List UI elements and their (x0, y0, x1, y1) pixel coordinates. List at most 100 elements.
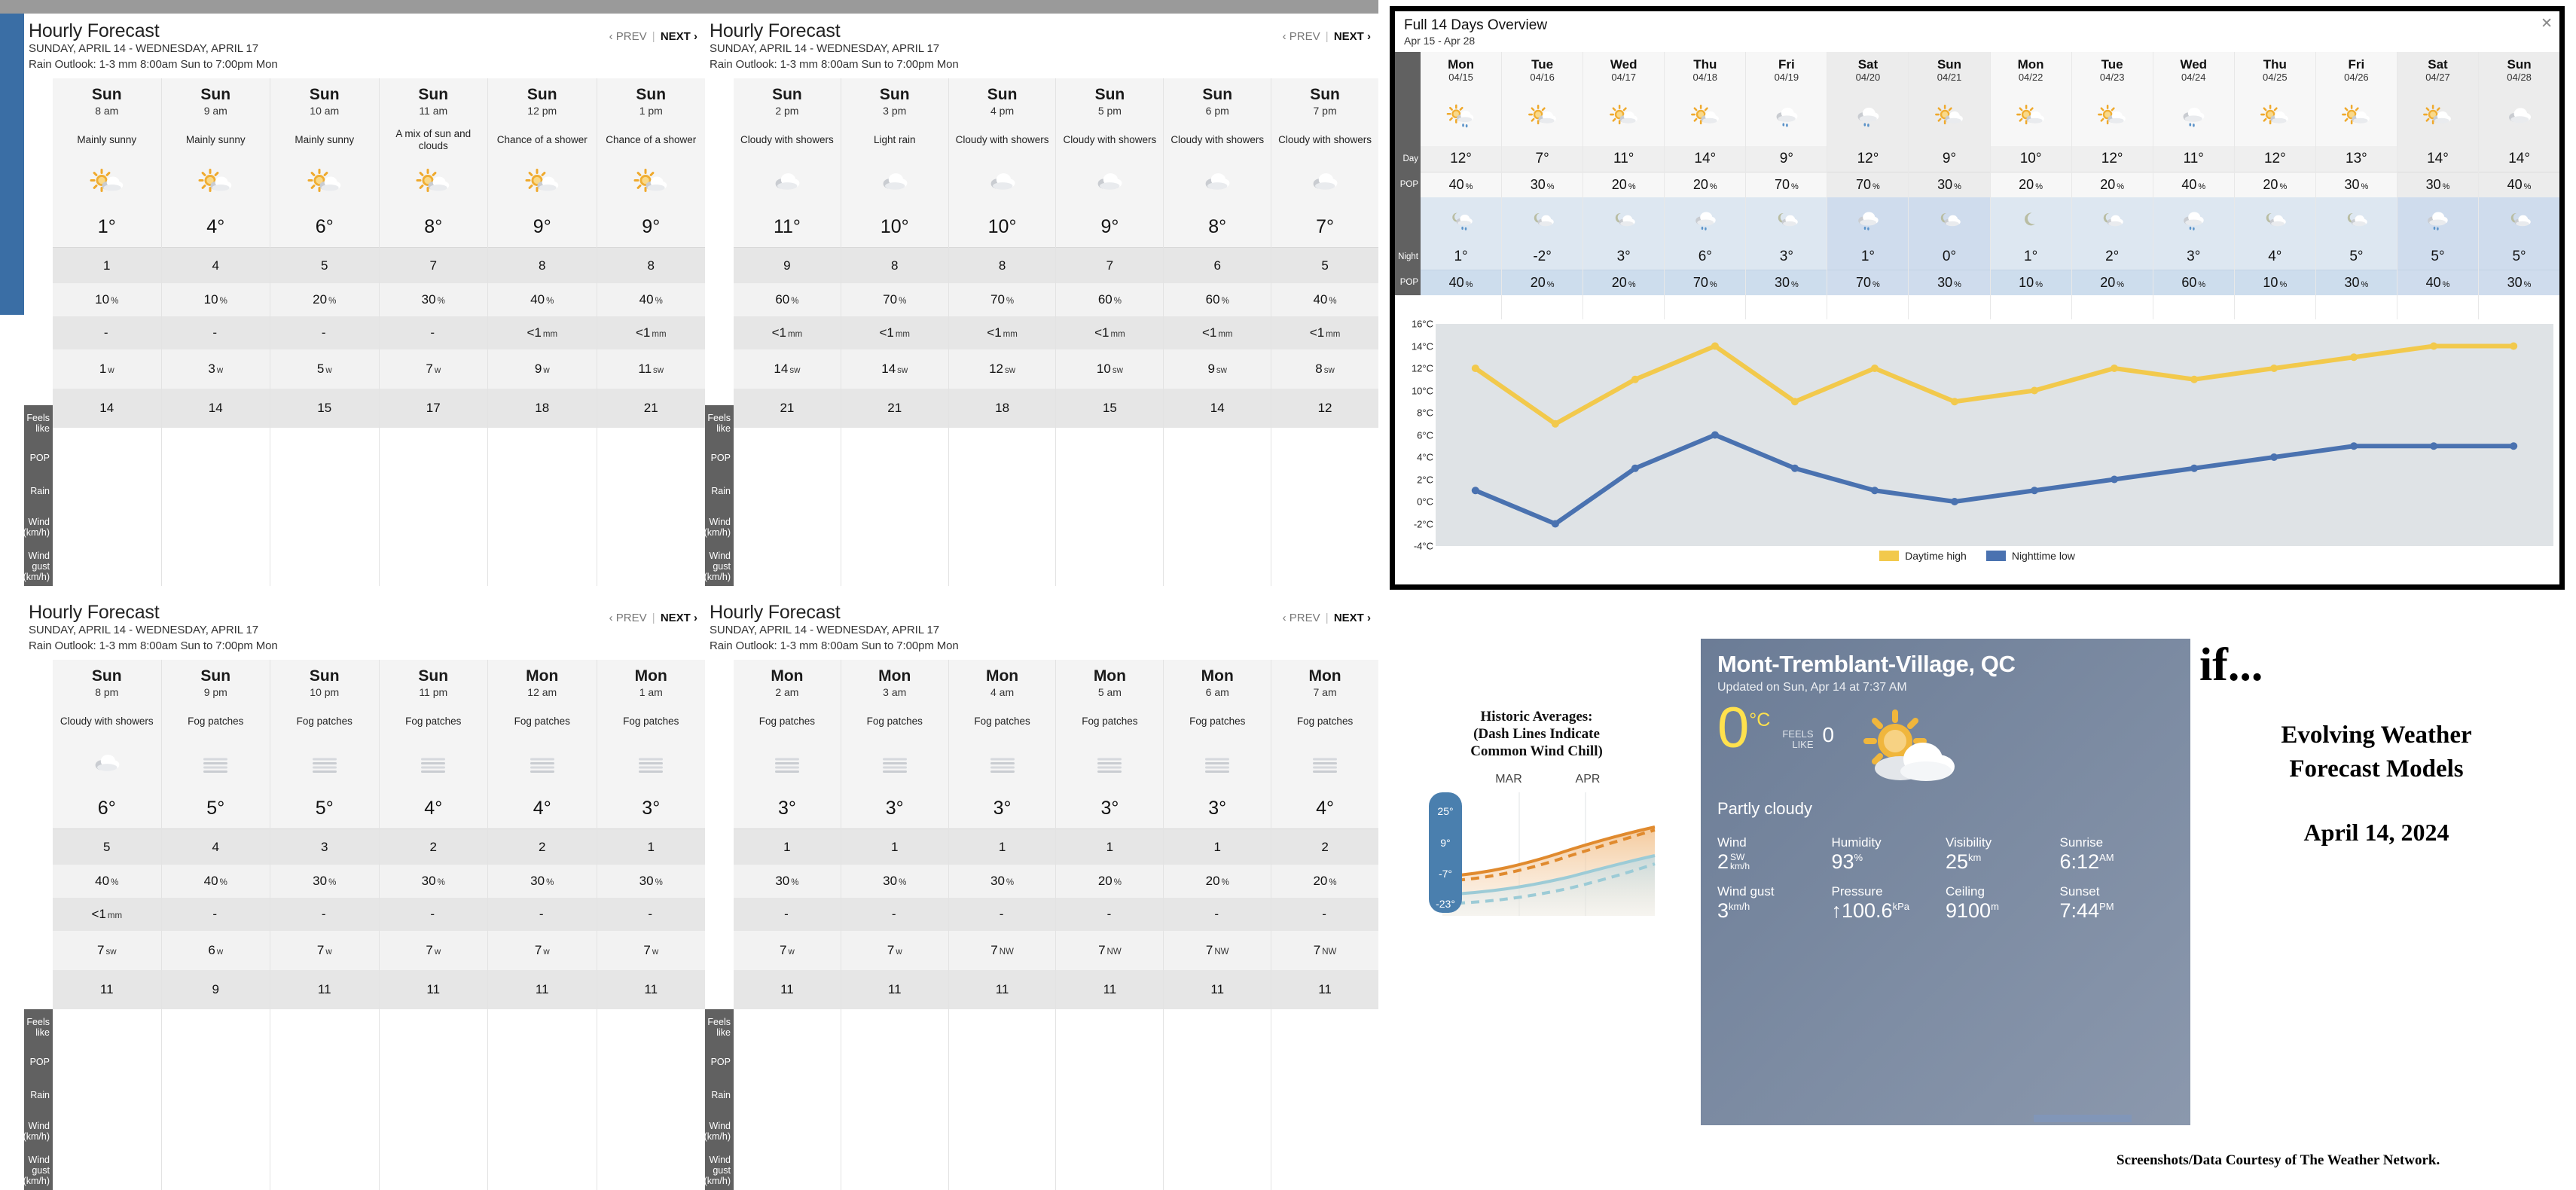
overview-night-pop: 30% (1909, 270, 1990, 295)
hourly-column[interactable]: Sun 7 pm Cloudy with showers 7° 5 40% <1 mm 8 sw… (1271, 78, 1378, 586)
hourly-column[interactable]: Sun 3 pm Light rain 10° 8 70% <1 mm 14 sw 21 (840, 78, 948, 586)
hourly-forecast-grid: Feels like POP Rain Wind (km/h) Wind gust (k… (704, 78, 1378, 586)
overview-day-column[interactable]: Sat 04/27 14° 30% 5° 40% (2396, 52, 2479, 319)
overview-day-column[interactable]: Sat 04/20 12° 70% 1° 70% (1827, 52, 1909, 319)
next-button[interactable]: NEXT › (1334, 30, 1371, 43)
hourly-column[interactable]: Sun 8 am Mainly sunny 1° 1 10% -1 w 14 (53, 78, 161, 586)
current-stat-sup1: AM (2099, 851, 2114, 863)
overview-day-column[interactable]: Wed 04/17 11° 20% 3° 20% (1583, 52, 1665, 319)
chart-data-point (1711, 342, 1720, 350)
hourly-pop-unit: % (655, 297, 663, 307)
hourly-column[interactable]: Sun 9 am Mainly sunny 4° 4 10% -3 w 14 (160, 78, 270, 586)
overview-day-column[interactable]: Fri 04/19 9° 70% 3° 30% (1745, 52, 1827, 319)
overview-day-column[interactable]: Wed 04/24 11° 40% 3° 60% (2152, 52, 2234, 319)
overview-night-pop-value: 30 (1774, 275, 1790, 290)
fog-icon (530, 758, 554, 774)
overview-day-column[interactable]: Mon 04/22 10° 20% 1° 10% (1989, 52, 2071, 319)
overview-day-header: Thu 04/18 (1665, 52, 1746, 87)
hourly-row-label-pop: POP (24, 1045, 53, 1079)
overview-day-column[interactable]: Mon 04/15 12° 40% 1° 40% (1421, 52, 1502, 319)
hourly-column[interactable]: Mon 3 am Fog patches 3° 1 30% -7 w 11 (840, 660, 948, 1190)
next-button[interactable]: NEXT › (661, 30, 697, 43)
overview-day-date: 04/20 (1855, 71, 1881, 83)
prev-button[interactable]: ‹ PREV (609, 612, 647, 624)
current-stat-value: 9100 (1946, 899, 1992, 922)
prev-button[interactable]: ‹ PREV (609, 30, 647, 43)
hourly-column[interactable]: Sun 8 pm Cloudy with showers 6° 5 40% <1 mm 7 sw… (53, 660, 161, 1190)
hourly-column-header: Mon 7 am (1271, 660, 1378, 703)
hourly-column[interactable]: Sun 10 pm Fog patches 5° 3 30% -7 w 11 (270, 660, 379, 1190)
hourly-column[interactable]: Mon 5 am Fog patches 3° 1 20% -7 NW 11 (1055, 660, 1164, 1190)
hourly-column[interactable]: Sun 1 pm Chance of a shower 9° 8 40% <1 mm 11 sw… (596, 78, 705, 586)
current-stat-sup1: km (1968, 851, 1982, 863)
hourly-column[interactable]: Sun 12 pm Chance of a shower 9° 8 40% <1 mm 9 w 1… (487, 78, 597, 586)
overview-day-column[interactable]: Tue 04/23 12° 20% 2° 20% (2071, 52, 2153, 319)
hourly-column[interactable]: Sun 6 pm Cloudy with showers 8° 6 60% <1 mm 9 sw… (1163, 78, 1271, 586)
current-temperature: 0 (1717, 695, 1750, 760)
hourly-wind-speed: 11 (638, 362, 652, 377)
overview-night-pop-unit: % (1872, 279, 1880, 289)
hourly-column-header: Mon 4 am (948, 660, 1056, 703)
hourly-column[interactable]: Mon 1 am Fog patches 3° 1 30% -7 w 11 (596, 660, 705, 1190)
hourly-rain-value: - (430, 325, 435, 340)
hourly-rain-value: <1 (771, 325, 787, 340)
chart-data-point (1551, 520, 1559, 528)
feels-like-label: FEELS LIKE (1782, 728, 1813, 751)
overview-day-column[interactable]: Sun 04/28 14° 40% 5° 30% (2478, 52, 2560, 319)
hourly-pop-value: 30 (639, 874, 654, 889)
hourly-column[interactable]: Mon 4 am Fog patches 3° 1 30% -7 NW 11 (948, 660, 1056, 1190)
overview-day-name: Thu (1693, 57, 1717, 72)
hourly-column-header: Sun 5 pm (1056, 78, 1164, 121)
overview-night-pop-value: 40 (1448, 275, 1464, 290)
hourly-column[interactable]: Sun 2 pm Cloudy with showers 11° 9 60% <1 mm 14… (734, 78, 841, 586)
hourly-pop-unit: % (1113, 878, 1122, 888)
historic-averages-widget: Historic Averages: (Dash Lines Indicate … (1412, 708, 1661, 1100)
hourly-temperature: 8° (379, 206, 487, 248)
hourly-column[interactable]: Mon 2 am Fog patches 3° 1 30% -7 w 11 (734, 660, 841, 1190)
rain-cloud-icon (1205, 173, 1230, 191)
hourly-column[interactable]: Sun 10 am Mainly sunny 6° 5 20% -5 w 15 (270, 78, 379, 586)
hourly-hour-label: 12 pm (527, 105, 557, 117)
hourly-hour-label: 9 pm (203, 686, 227, 699)
hourly-temperature: 8° (1164, 206, 1271, 248)
historic-title-line-1: Historic Averages: (1480, 709, 1593, 725)
prev-button[interactable]: ‹ PREV (1283, 612, 1320, 624)
hourly-rain-unit: mm (1218, 330, 1233, 340)
overview-day-column[interactable]: Fri 04/26 13° 30% 5° 30% (2315, 52, 2397, 319)
prev-button[interactable]: ‹ PREV (1283, 30, 1320, 43)
next-button[interactable]: NEXT › (1334, 612, 1371, 624)
hourly-condition-text: Cloudy with showers (734, 121, 841, 160)
hourly-column[interactable]: Mon 6 am Fog patches 3° 1 20% -7 NW 11 (1163, 660, 1271, 1190)
hourly-column[interactable]: Sun 9 pm Fog patches 5° 4 40% -6 w 9 (160, 660, 270, 1190)
overview-day-column[interactable]: Thu 04/25 12° 20% 4° 10% (2233, 52, 2315, 319)
overview-day-column[interactable]: Tue 04/16 7° 30% -2° 20% (1501, 52, 1583, 319)
overview-day-column[interactable]: Sun 04/21 9° 30% 0° 30% (1908, 52, 1990, 319)
current-stat-value: 6:12 (2059, 850, 2100, 873)
hourly-column-header: Sun 6 pm (1164, 78, 1271, 121)
hourly-wind-direction: w (543, 947, 550, 957)
hourly-forecast-panel-3: Hourly Forecast SUNDAY, APRIL 14 - WEDNE… (23, 595, 705, 1190)
hourly-row-label-wind-gust-km-h: Wind gust (km/h) (704, 1151, 734, 1190)
hourly-column[interactable]: Sun 5 pm Cloudy with showers 9° 7 60% <1 mm 10 s… (1055, 78, 1164, 586)
hourly-column[interactable]: Sun 4 pm Cloudy with showers 10° 8 70% <1 mm 12… (948, 78, 1056, 586)
overview-day-column[interactable]: Thu 04/18 14° 20% 6° 70% (1664, 52, 1746, 319)
overview-day-name: Wed (1610, 57, 1637, 72)
hourly-wind: 5w (270, 349, 379, 389)
hourly-column[interactable]: Sun 11 am A mix of sun and clouds 8° 7 30% -7… (378, 78, 487, 586)
close-icon[interactable]: ✕ (2541, 17, 2553, 31)
hourly-feels-like: 1 (948, 828, 1056, 865)
overview-night-pop-unit: % (1790, 279, 1799, 289)
overview-day-header: Tue 04/16 (1502, 52, 1583, 87)
hourly-column[interactable]: Sun 11 pm Fog patches 4° 2 30% -7 w 11 (378, 660, 487, 1190)
overview-day-icon-cell (1746, 87, 1827, 146)
sun-cloud-icon (1935, 104, 1963, 124)
hourly-condition-text: Fog patches (597, 702, 705, 742)
next-button[interactable]: NEXT › (661, 612, 697, 624)
fog-icon (882, 758, 907, 774)
hourly-row-labels-spacer (705, 78, 734, 405)
hourly-column[interactable]: Mon 12 am Fog patches 4° 2 30% -7 w 11 (487, 660, 597, 1190)
overview-day-name: Wed (2180, 57, 2208, 72)
overview-day-pop: 30% (2315, 172, 2397, 197)
hourly-column[interactable]: Mon 7 am Fog patches 4° 2 20% -7 NW 11 (1271, 660, 1378, 1190)
overview-day-pop: 20% (2234, 172, 2315, 197)
